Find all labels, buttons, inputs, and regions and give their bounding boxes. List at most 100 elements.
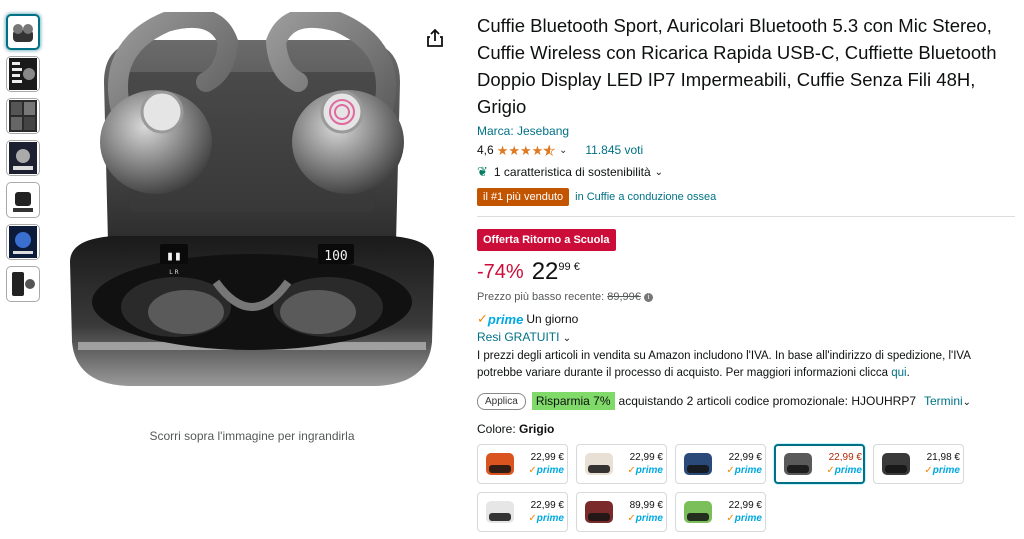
apply-coupon-button[interactable]: Applica bbox=[477, 392, 526, 410]
color-swatch[interactable]: 22,99 € ✓prime bbox=[675, 444, 766, 484]
terms-link[interactable]: Termini⌄ bbox=[924, 394, 971, 408]
prime-check-icon: ✓ bbox=[826, 465, 835, 476]
swatch-thumbnail bbox=[882, 453, 910, 475]
chevron-down-icon: ⌄ bbox=[562, 333, 572, 344]
thumbnail-strip bbox=[6, 14, 44, 308]
color-swatch[interactable]: 21,98 € ✓prime bbox=[873, 444, 964, 484]
swatch-prime: ✓prime bbox=[924, 465, 960, 476]
swatch-prime: ✓prime bbox=[528, 465, 564, 476]
prime-check-icon: ✓ bbox=[627, 513, 636, 524]
svg-text:L R: L R bbox=[169, 269, 178, 276]
chevron-down-icon: ⌄ bbox=[654, 166, 664, 178]
product-main-image[interactable]: ▮▮ L R 100 bbox=[56, 12, 448, 420]
swatch-text: 22,99 € ✓prime bbox=[818, 451, 862, 477]
product-info: Cuffie Bluetooth Sport, Auricolari Bluet… bbox=[477, 12, 1017, 532]
discount-percent: -74% bbox=[477, 261, 524, 283]
thumbnail-3[interactable] bbox=[6, 98, 40, 134]
thumbnail-2[interactable] bbox=[6, 56, 40, 92]
save-badge: Risparmia 7% bbox=[531, 392, 615, 410]
swatch-prime: ✓prime bbox=[726, 513, 762, 524]
thumbnail-4[interactable] bbox=[6, 140, 40, 176]
swatch-thumbnail bbox=[486, 501, 514, 523]
swatch-thumbnail bbox=[684, 453, 712, 475]
prime-row: ✓ prime Un giorno bbox=[477, 311, 1017, 327]
price-row: -74% 22 99 € bbox=[477, 259, 1017, 289]
swatch-price: 22,99 € bbox=[629, 452, 663, 463]
swatch-thumbnail bbox=[486, 453, 514, 475]
swatch-thumbnail bbox=[585, 453, 613, 475]
lowest-price-value: 89,99€ bbox=[607, 291, 641, 303]
vat-info-link[interactable]: qui bbox=[891, 367, 906, 379]
swatch-thumbnail bbox=[684, 501, 712, 523]
swatch-text: 89,99 € ✓prime bbox=[619, 499, 663, 525]
swatch-text: 22,99 € ✓prime bbox=[619, 451, 663, 477]
price-whole: 22 bbox=[531, 258, 559, 285]
chevron-down-icon[interactable]: ⌄ bbox=[559, 145, 567, 156]
prime-check-icon: ✓ bbox=[627, 465, 636, 476]
color-swatch[interactable]: 22,99 € ✓prime bbox=[774, 444, 865, 484]
color-label-row: Colore: Grigio bbox=[477, 422, 1017, 436]
free-returns-link[interactable]: Resi GRATUITI ⌄ bbox=[477, 330, 1017, 344]
price-fraction: 99 € bbox=[558, 261, 580, 273]
chevron-down-icon: ⌄ bbox=[962, 397, 972, 408]
ratings-count-link[interactable]: 11.845 voti bbox=[585, 143, 643, 157]
promo-text: acquistando 2 articoli codice promoziona… bbox=[618, 394, 916, 408]
color-label: Colore: bbox=[477, 422, 516, 436]
svg-text:▮▮: ▮▮ bbox=[166, 249, 182, 264]
swatch-price: 22,99 € bbox=[530, 500, 564, 511]
thumbnail-7[interactable] bbox=[6, 266, 40, 302]
sustainability-text: 1 caratteristica di sostenibilità bbox=[493, 165, 651, 179]
thumbnail-5[interactable] bbox=[6, 182, 40, 218]
color-swatch[interactable]: 22,99 € ✓prime bbox=[477, 444, 568, 484]
lowest-price-row: Prezzo più basso recente: 89,99€ i bbox=[477, 291, 1017, 303]
leaf-icon: ❦ bbox=[477, 164, 488, 179]
promo-row: Applica Risparmia 7% acquistando 2 artic… bbox=[477, 392, 1017, 410]
swatch-text: 22,99 € ✓prime bbox=[718, 451, 762, 477]
vat-notice: I prezzi degli articoli in vendita su Am… bbox=[477, 348, 1007, 382]
swatch-price: 22,99 € bbox=[728, 452, 762, 463]
swatch-text: 22,99 € ✓prime bbox=[718, 499, 762, 525]
prime-check-icon: ✓ bbox=[924, 465, 933, 476]
swatch-thumbnail bbox=[784, 453, 812, 475]
swatch-prime: ✓prime bbox=[627, 513, 663, 524]
color-swatch[interactable]: 22,99 € ✓prime bbox=[477, 492, 568, 532]
free-returns-label: Resi GRATUITI bbox=[477, 330, 560, 344]
thumbnail-1[interactable] bbox=[6, 14, 40, 50]
swatch-price: 22,99 € bbox=[828, 452, 862, 463]
lowest-price-label: Prezzo più basso recente: bbox=[477, 291, 605, 303]
color-swatch[interactable]: 22,99 € ✓prime bbox=[675, 492, 766, 532]
bestseller-row: il #1 più venduto in Cuffie a conduzione… bbox=[477, 188, 1017, 206]
rating-value: 4,6 bbox=[477, 143, 494, 157]
swatch-prime: ✓prime bbox=[826, 465, 862, 476]
prime-check-icon: ✓ bbox=[726, 513, 735, 524]
prime-delivery: Un giorno bbox=[526, 312, 579, 326]
swatch-price: 89,99 € bbox=[629, 500, 663, 511]
zoom-hint: Scorri sopra l'immagine per ingrandirla bbox=[149, 429, 355, 443]
color-swatch[interactable]: 89,99 € ✓prime bbox=[576, 492, 667, 532]
swatch-text: 22,99 € ✓prime bbox=[520, 499, 564, 525]
brand-link[interactable]: Marca: Jesebang bbox=[477, 124, 1017, 138]
swatch-text: 21,98 € ✓prime bbox=[916, 451, 960, 477]
bestseller-category-link[interactable]: in Cuffie a conduzione ossea bbox=[575, 191, 716, 203]
color-swatch[interactable]: 22,99 € ✓prime bbox=[576, 444, 667, 484]
star-rating-icon[interactable]: ★ ★ ★ ★ ★ bbox=[497, 143, 556, 157]
swatch-price: 22,99 € bbox=[530, 452, 564, 463]
swatch-prime: ✓prime bbox=[528, 513, 564, 524]
prime-check-icon: ✓ bbox=[528, 465, 537, 476]
share-icon[interactable] bbox=[426, 28, 444, 48]
bestseller-badge[interactable]: il #1 più venduto bbox=[477, 188, 570, 206]
rating-row: 4,6 ★ ★ ★ ★ ★ ⌄ 11.845 voti bbox=[477, 142, 1017, 158]
divider bbox=[477, 216, 1015, 217]
info-icon[interactable]: i bbox=[643, 292, 653, 302]
prime-check-icon: ✓ bbox=[477, 311, 488, 326]
prime-logo: prime bbox=[487, 311, 524, 327]
svg-text:100: 100 bbox=[324, 249, 347, 264]
terms-label: Termini bbox=[924, 394, 963, 408]
swatch-thumbnail bbox=[585, 501, 613, 523]
swatch-price: 22,99 € bbox=[728, 500, 762, 511]
thumbnail-6[interactable] bbox=[6, 224, 40, 260]
swatch-prime: ✓prime bbox=[627, 465, 663, 476]
sustainability-row[interactable]: ❦ 1 caratteristica di sostenibilità ⌄ bbox=[477, 164, 1017, 180]
deal-badge: Offerta Ritorno a Scuola bbox=[477, 229, 616, 251]
swatch-prime: ✓prime bbox=[726, 465, 762, 476]
